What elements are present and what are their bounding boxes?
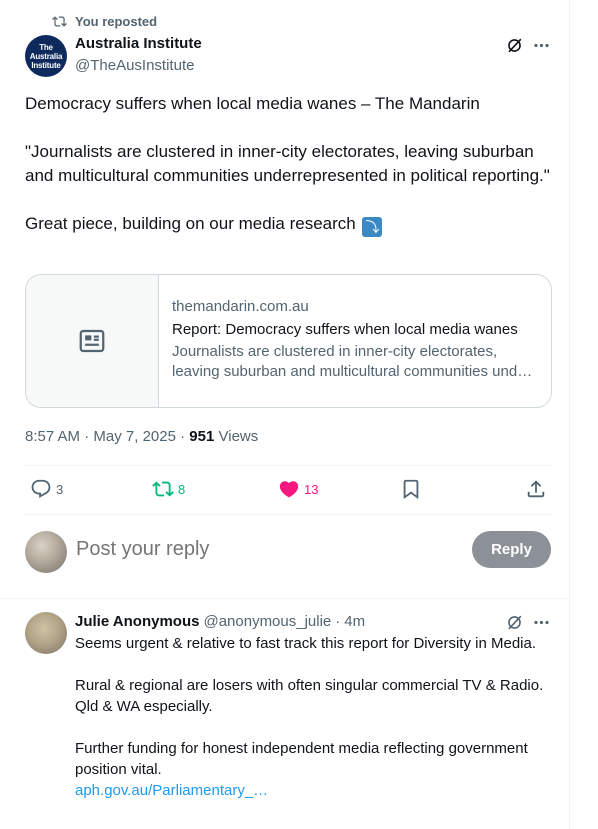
like-action[interactable]: 13	[278, 478, 318, 500]
post-text-quote: "Journalists are clustered in inner-city…	[25, 142, 550, 185]
card-description-line: leaving suburban and multicultural commu…	[172, 363, 539, 380]
repost-icon	[52, 16, 67, 27]
post-time[interactable]: 8:57 AM	[25, 428, 80, 445]
grok-icon[interactable]	[505, 36, 524, 55]
author-handle[interactable]: @TheAusInstitute	[75, 57, 194, 74]
post-detail-frame: You reposted The Australia Institute Aus…	[0, 0, 570, 829]
post-text-tail: Great piece, building on our media resea…	[25, 212, 555, 237]
comment-header: Julie Anonymous @anonymous_julie · 4m	[75, 613, 366, 630]
comment-time[interactable]: 4m	[344, 613, 365, 630]
reply-input[interactable]	[76, 538, 446, 561]
comment-text: Seems urgent & relative to fast track th…	[75, 633, 550, 801]
reply-action[interactable]: 3	[30, 478, 63, 500]
post-text-tail-text: Great piece, building on our media resea…	[25, 214, 356, 233]
comment-paragraph: Further funding for honest independent m…	[75, 740, 528, 778]
more-options-icon[interactable]	[532, 613, 551, 632]
comment-paragraph: Seems urgent & relative to fast track th…	[75, 635, 537, 652]
views-count: 951	[189, 428, 215, 445]
views-label: Views	[218, 428, 259, 445]
grok-icon[interactable]	[505, 613, 524, 632]
card-domain: themandarin.com.au	[172, 298, 309, 315]
user-avatar[interactable]	[25, 531, 67, 573]
link-preview-card[interactable]: themandarin.com.au Report: Democracy suf…	[25, 274, 552, 408]
reply-count: 3	[56, 481, 64, 497]
post-text-line: Democracy suffers when local media wanes…	[25, 94, 480, 113]
article-icon	[79, 329, 105, 353]
share-icon	[527, 480, 545, 498]
reply-button[interactable]: Reply	[472, 531, 551, 568]
repost-icon	[152, 481, 174, 497]
more-options-icon[interactable]	[532, 36, 551, 55]
action-bar: 3 8 13	[25, 478, 552, 502]
bookmark-icon	[403, 479, 419, 500]
comment-link[interactable]: aph.gov.au/Parliamentary_…	[75, 782, 268, 799]
avatar-logo-text: Australia	[29, 51, 63, 61]
card-thumbnail	[26, 275, 159, 407]
comment-avatar[interactable]	[25, 612, 67, 654]
comment-author-name[interactable]: Julie Anonymous	[75, 613, 199, 630]
card-body: themandarin.com.au Report: Democracy suf…	[159, 275, 551, 407]
repost-count: 8	[178, 481, 186, 497]
post-text: Democracy suffers when local media wanes…	[25, 92, 555, 237]
divider	[0, 598, 570, 599]
reply-icon	[31, 479, 51, 498]
heart-icon	[279, 481, 299, 498]
bookmark-action[interactable]	[400, 478, 422, 500]
author-avatar[interactable]: The Australia Institute	[25, 35, 67, 77]
arrow-down-emoji-icon: ⤵	[362, 217, 383, 237]
repost-indicator: You reposted	[52, 14, 157, 29]
comment-paragraph: Rural & regional are losers with often s…	[75, 677, 544, 715]
repost-action[interactable]: 8	[152, 478, 185, 500]
card-description-line: Journalists are clustered in inner-city …	[172, 343, 498, 360]
avatar-logo-text: Institute	[31, 60, 61, 70]
repost-label: You reposted	[75, 14, 158, 29]
divider	[25, 514, 552, 515]
card-description: Journalists are clustered in inner-city …	[172, 342, 539, 382]
card-title: Report: Democracy suffers when local med…	[172, 321, 518, 338]
share-action[interactable]	[525, 478, 547, 500]
post-metadata: 8:57 AM · May 7, 2025 · 951 Views	[25, 428, 259, 445]
avatar-logo-text: The	[39, 42, 53, 52]
author-name[interactable]: Australia Institute	[75, 35, 202, 52]
divider	[25, 465, 552, 466]
comment-author-handle[interactable]: @anonymous_julie	[203, 613, 331, 630]
like-count: 13	[304, 481, 319, 497]
post-date[interactable]: May 7, 2025	[93, 428, 176, 445]
